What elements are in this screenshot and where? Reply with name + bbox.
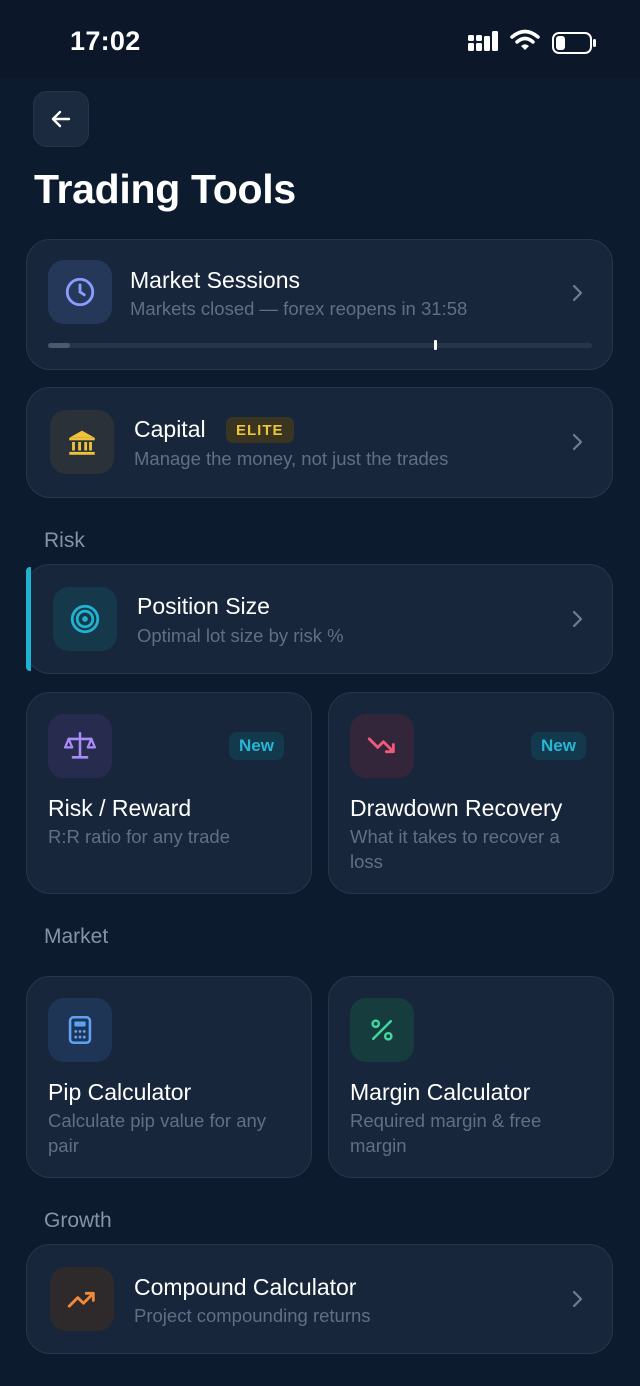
- cellular-signal-icon: [468, 31, 498, 51]
- chevron-right-icon: [572, 433, 583, 451]
- market-sessions-status: Markets closed — forex reopens in 31:58: [130, 298, 468, 319]
- chevron-right-icon: [572, 284, 583, 302]
- market-session-progress: [48, 343, 592, 348]
- arrow-left-icon: [51, 110, 71, 128]
- status-bar: 17:02: [0, 0, 640, 78]
- new-badge: New: [531, 732, 586, 760]
- percent-icon: [350, 998, 414, 1062]
- risk-reward-subtitle: R:R ratio for any trade: [48, 826, 230, 847]
- new-badge: New: [229, 732, 284, 760]
- margin-calculator-title: Margin Calculator: [350, 1079, 531, 1105]
- risk-reward-title: Risk / Reward: [48, 795, 192, 821]
- position-size-title: Position Size: [137, 593, 270, 619]
- elite-badge: ELITE: [226, 417, 294, 443]
- progress-marker: [434, 340, 437, 350]
- capital-card[interactable]: [26, 387, 613, 498]
- compound-calculator-subtitle: Project compounding returns: [134, 1305, 371, 1326]
- pip-calculator-subtitle: Calculate pip value for any pair: [48, 1110, 267, 1156]
- market-session-progress-fill: [48, 343, 70, 348]
- trending-down-icon: [350, 714, 414, 778]
- section-label-risk: Risk: [44, 529, 85, 552]
- page-title: Trading Tools: [34, 166, 296, 212]
- battery-icon: [552, 32, 596, 54]
- clock-icon: [48, 260, 112, 324]
- wifi-icon: [510, 29, 540, 50]
- calculator-icon: [48, 998, 112, 1062]
- drawdown-title: Drawdown Recovery: [350, 795, 563, 821]
- status-time: 17:02: [70, 26, 141, 56]
- scale-icon: [48, 714, 112, 778]
- section-label-market: Market: [44, 925, 109, 948]
- target-icon: [53, 587, 117, 651]
- chevron-right-icon: [572, 1290, 583, 1308]
- capital-subtitle: Manage the money, not just the trades: [134, 448, 449, 469]
- section-label-growth: Growth: [44, 1209, 112, 1232]
- capital-title: Capital: [134, 416, 206, 442]
- selected-accent-bar: [26, 567, 31, 671]
- pip-calculator-title: Pip Calculator: [48, 1079, 192, 1105]
- back-button[interactable]: [33, 91, 89, 147]
- trending-up-icon: [50, 1267, 114, 1331]
- market-sessions-title: Market Sessions: [130, 267, 301, 293]
- compound-calculator-title: Compound Calculator: [134, 1274, 357, 1300]
- position-size-subtitle: Optimal lot size by risk %: [137, 625, 344, 646]
- margin-calculator-subtitle: Required margin & free margin: [350, 1110, 542, 1156]
- drawdown-subtitle: What it takes to recover a loss: [350, 826, 560, 872]
- chevron-right-icon: [572, 610, 583, 628]
- bank-icon: [50, 410, 114, 474]
